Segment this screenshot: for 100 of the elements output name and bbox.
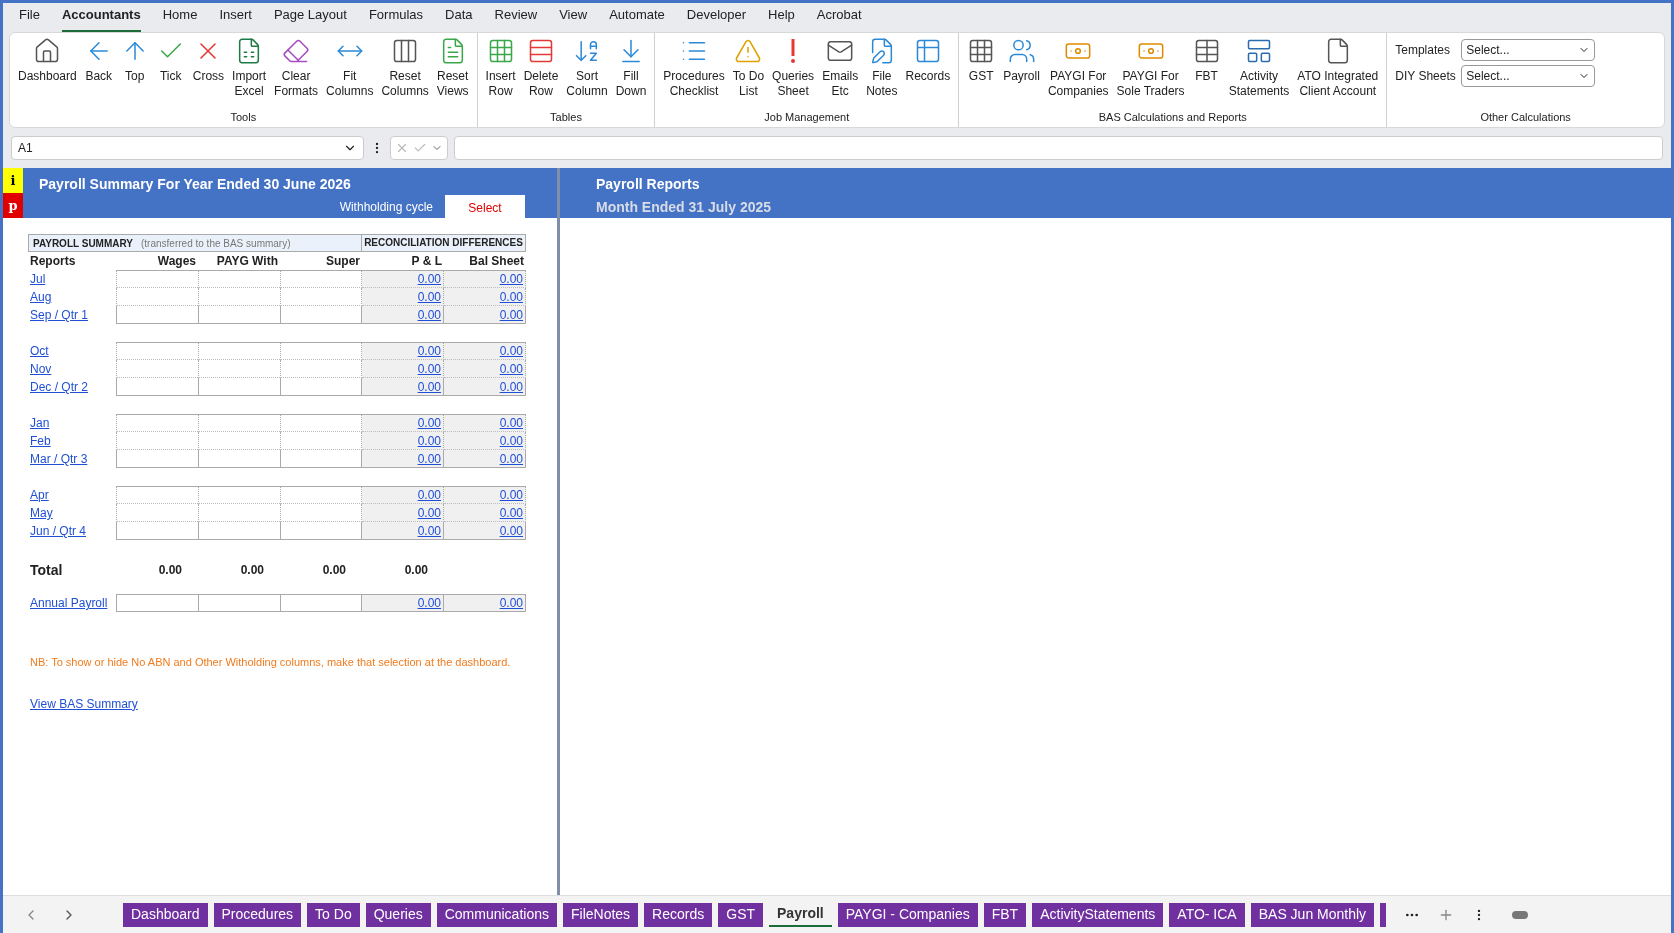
menu-tab[interactable]: Formulas (368, 4, 424, 32)
menu-tab[interactable]: Data (445, 4, 473, 32)
month-link[interactable]: Jul (30, 270, 46, 288)
column-header: P & L (410, 253, 443, 270)
ribbon-button[interactable]: Back (80, 37, 117, 109)
column-header: Super (325, 253, 361, 270)
group-label: BAS Calculations and Reports (1098, 109, 1247, 125)
sheet-tab-stub[interactable] (1380, 902, 1387, 927)
total-value: 0.00 (239, 562, 265, 579)
warning-icon (734, 37, 763, 65)
month-link[interactable]: May (30, 504, 53, 522)
menu-tab[interactable]: Developer (686, 4, 747, 32)
month-link[interactable]: Annual Payroll (30, 594, 108, 612)
report-subtitle: Month Ended 31 July 2025 (596, 198, 773, 217)
ribbon-button[interactable]: Clear Formats (270, 37, 323, 109)
ribbon-button[interactable]: Reset Columns (377, 37, 433, 109)
ribbon-button[interactable]: ATO Integrated Client Account (1293, 37, 1383, 109)
sheet-tab[interactable]: FileNotes (562, 902, 639, 927)
menu-tab[interactable]: Review (494, 4, 538, 32)
sheet-badge: i (3, 168, 23, 193)
total-value: 0.00 (403, 562, 429, 579)
month-link[interactable]: Nov (30, 360, 52, 378)
month-link[interactable]: Oct (30, 342, 49, 360)
month-link[interactable]: Jan (30, 414, 50, 432)
month-link[interactable]: Sep / Qtr 1 (30, 306, 89, 324)
report-title: Payroll Reports (596, 175, 701, 194)
sheet-tab[interactable]: Communications (436, 902, 557, 927)
ribbon-button[interactable]: Activity Statements (1224, 37, 1294, 109)
ribbon-button[interactable]: Delete Row (519, 37, 563, 109)
section-note: (transferred to the BAS summary) (141, 236, 291, 251)
ribbon-button[interactable]: FBT (1188, 37, 1225, 109)
ribbon-button[interactable]: PAYGI For Companies (1043, 37, 1113, 109)
sheet-tab[interactable]: Records (644, 902, 713, 927)
ribbon-button[interactable]: Top (116, 37, 153, 109)
menu-tab[interactable]: View (559, 4, 588, 32)
dropdown-label: Templates (1395, 42, 1451, 59)
month-link[interactable]: Mar / Qtr 3 (30, 450, 88, 468)
eraser-icon (282, 37, 311, 65)
ribbon-button[interactable]: Tick (152, 37, 189, 109)
cycle-label: Withholding cycle (339, 199, 433, 216)
ribbon-button[interactable]: GST (963, 37, 1000, 109)
ribbon-button[interactable]: Sort Column (562, 37, 612, 109)
column-header: Reports (29, 253, 77, 270)
ribbon-button[interactable]: PAYGI For Sole Traders (1112, 37, 1189, 109)
menu-tab[interactable]: Acrobat (816, 4, 862, 32)
people-icon (1007, 37, 1036, 65)
section-title: PAYROLL SUMMARY (33, 236, 133, 251)
sheet-tab[interactable]: ActivityStatements (1032, 902, 1164, 927)
menu-tab[interactable]: Automate (609, 4, 665, 32)
menu-tab[interactable]: Help (768, 4, 795, 32)
dropdown-label: DIY Sheets (1395, 68, 1456, 85)
sheet-tab[interactable]: BAS Jun Monthly (1250, 902, 1375, 927)
sheet-tab[interactable]: ATO- ICA (1169, 902, 1245, 927)
ribbon-button[interactable]: Queries Sheet (768, 37, 819, 109)
name-box[interactable]: A1 (11, 136, 364, 160)
ribbon-button[interactable]: Dashboard (14, 37, 81, 109)
ribbon-button[interactable]: Reset Views (432, 37, 473, 109)
sheet-tab[interactable]: GST (718, 902, 764, 927)
select-dropdown[interactable]: Select... (1461, 65, 1596, 87)
menu-tab[interactable]: Home (162, 4, 198, 32)
ribbon-button[interactable]: Procedures Checklist (659, 37, 729, 109)
group-label: Tools (230, 109, 257, 125)
cycle-select[interactable]: Select (445, 195, 525, 220)
sheet-tab[interactable]: PAYGI - Companies (837, 902, 978, 927)
month-link[interactable]: Apr (30, 486, 49, 504)
column-header: PAYG With (215, 253, 279, 270)
total-label: Total (29, 560, 64, 580)
sheet-badge: p (3, 193, 23, 218)
note-text: NB: To show or hide No ABN and Other Witholding columns, make that selection at the dashboard. (29, 655, 512, 670)
select-dropdown[interactable]: Select... (1461, 39, 1596, 61)
month-link[interactable]: Feb (30, 432, 51, 450)
ribbon-button[interactable]: Fill Down (611, 37, 651, 109)
group-label: Tables (550, 109, 582, 125)
total-value: 0.00 (321, 562, 347, 579)
sheet-tab[interactable]: Dashboard (123, 902, 208, 927)
ribbon-button[interactable]: Import Excel (228, 37, 271, 109)
ribbon-button[interactable]: Payroll (999, 37, 1044, 109)
menu-tab[interactable]: File (19, 4, 40, 32)
group-label: Other Calculations (1479, 109, 1572, 125)
ribbon-button[interactable]: Cross (188, 37, 229, 109)
menu-tab[interactable]: Insert (219, 4, 252, 32)
formula-field[interactable] (454, 136, 1663, 160)
ribbon-button[interactable]: Fit Columns (322, 37, 378, 109)
month-link[interactable]: Jun / Qtr 4 (30, 522, 87, 540)
sheet-tab[interactable]: To Do (307, 902, 360, 927)
sheet-tab[interactable]: FBT (983, 902, 1027, 927)
ribbon-button[interactable]: Emails Etc (818, 37, 863, 109)
month-link[interactable]: Aug (30, 288, 52, 306)
sheet-title: Payroll Summary For Year Ended 30 June 2026 (39, 175, 352, 194)
bas-summary-link[interactable]: View BAS Summary (28, 694, 557, 713)
column-header: Wages (156, 253, 197, 270)
sheet-tab[interactable]: Queries (365, 902, 431, 927)
ribbon-button[interactable]: Insert Row (481, 37, 520, 109)
sheet-tab[interactable]: Procedures (213, 902, 302, 927)
month-link[interactable]: Dec / Qtr 2 (30, 378, 88, 396)
ribbon-button[interactable]: File Notes (862, 37, 902, 109)
ribbon-button[interactable]: To Do List (728, 37, 769, 109)
ribbon-button[interactable]: Records (901, 37, 955, 109)
formula-buttons (390, 136, 448, 160)
menu-tab[interactable]: Page Layout (273, 4, 347, 32)
